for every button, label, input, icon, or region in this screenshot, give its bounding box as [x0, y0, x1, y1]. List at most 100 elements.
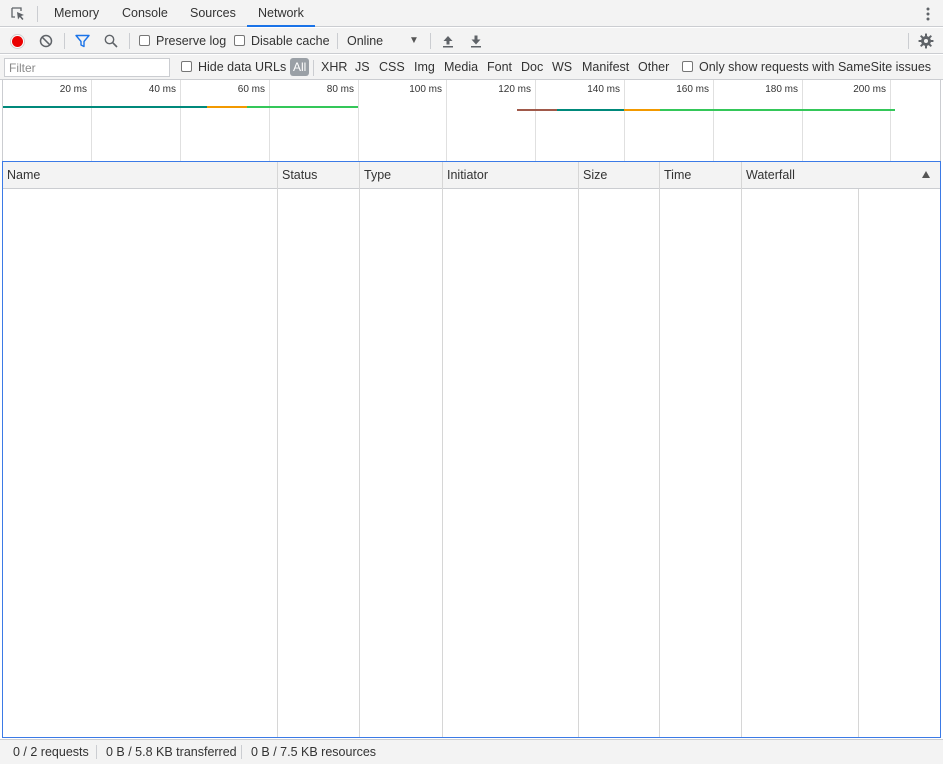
preserve-log-checkbox[interactable]: Preserve log — [139, 28, 226, 54]
overview-tick-label: 120 ms — [498, 84, 531, 95]
checkbox-box[interactable] — [139, 35, 150, 46]
status-bar: 0 / 2 requests 0 B / 5.8 KB transferred … — [0, 739, 943, 764]
overview-request-bar — [660, 109, 895, 111]
overview-request-bar — [207, 106, 247, 108]
request-count: 0 / 2 requests — [13, 745, 89, 759]
column-divider[interactable] — [359, 162, 360, 737]
overview-tick-label: 60 ms — [237, 84, 265, 95]
toolbar-divider — [908, 33, 909, 49]
checkbox-box[interactable] — [234, 35, 245, 46]
throttling-select[interactable]: Online ▼ — [347, 28, 421, 54]
type-filter-media[interactable]: Media — [444, 55, 478, 80]
column-header-status[interactable]: Status — [278, 162, 317, 188]
overview-tick-label: 140 ms — [587, 84, 620, 95]
column-header-type[interactable]: Type — [360, 162, 391, 188]
overview-gridline — [624, 80, 625, 161]
hide-data-urls-label: Hide data URLs — [198, 60, 287, 74]
column-divider[interactable] — [659, 162, 660, 737]
throttling-value: Online — [347, 34, 384, 48]
type-filter-css[interactable]: CSS — [379, 55, 405, 80]
type-filter-js[interactable]: JS — [355, 55, 370, 80]
overview-tick-label: 180 ms — [765, 84, 798, 95]
inspect-element-icon[interactable] — [9, 5, 27, 23]
clear-icon[interactable] — [39, 34, 53, 51]
more-options-icon[interactable] — [921, 5, 935, 23]
overview-gridline — [269, 80, 270, 161]
toolbar-divider — [64, 33, 65, 49]
overview-request-bar — [517, 109, 557, 111]
column-divider[interactable] — [277, 162, 278, 737]
column-divider[interactable] — [741, 162, 742, 737]
preserve-log-label: Preserve log — [156, 34, 227, 48]
column-header-size[interactable]: Size — [579, 162, 607, 188]
column-header-time[interactable]: Time — [660, 162, 691, 188]
overview-gridline — [802, 80, 803, 161]
column-header-initiator[interactable]: Initiator — [443, 162, 488, 188]
overview-gridline — [713, 80, 714, 161]
overview-tick-label: 100 ms — [409, 84, 442, 95]
export-har-icon[interactable] — [469, 34, 483, 51]
overview-gridline — [180, 80, 181, 161]
network-toolbar: Preserve log Disable cache Online ▼ — [0, 28, 943, 54]
network-overview[interactable]: 20 ms 40 ms 60 ms 80 ms 100 ms 120 ms 14… — [2, 80, 941, 161]
toolbar-divider — [129, 33, 130, 49]
filter-bar: Hide data URLs All XHR JS CSS Img Media … — [0, 55, 943, 80]
overview-tick-label: 80 ms — [326, 84, 354, 95]
filter-divider — [313, 60, 314, 76]
disable-cache-label: Disable cache — [251, 34, 330, 48]
type-filter-manifest[interactable]: Manifest — [582, 55, 629, 80]
overview-gridline — [535, 80, 536, 161]
requests-table[interactable]: Name Status Type Initiator Size Time Wat… — [2, 161, 941, 738]
overview-tick-label: 160 ms — [676, 84, 709, 95]
resources-size: 0 B / 7.5 KB resources — [251, 745, 377, 759]
overview-tick-label: 20 ms — [59, 84, 87, 95]
devtools-tabbar: Memory Console Sources Network — [0, 0, 943, 27]
samesite-issues-checkbox[interactable]: Only show requests with SameSite issues — [682, 55, 931, 80]
status-divider — [241, 745, 242, 759]
column-header-waterfall[interactable]: Waterfall — [742, 162, 795, 188]
disable-cache-checkbox[interactable]: Disable cache — [234, 28, 330, 54]
tab-memory[interactable]: Memory — [54, 0, 99, 27]
overview-request-bar — [247, 106, 358, 108]
overview-tick-label: 200 ms — [853, 84, 886, 95]
overview-gridline — [446, 80, 447, 161]
tab-divider — [37, 6, 38, 22]
overview-gridline — [358, 80, 359, 161]
record-button[interactable] — [10, 34, 25, 52]
checkbox-box[interactable] — [181, 61, 192, 72]
tab-network[interactable]: Network — [247, 0, 315, 27]
sort-ascending-icon[interactable] — [922, 171, 930, 178]
type-filter-ws[interactable]: WS — [552, 55, 572, 80]
hide-data-urls-checkbox[interactable]: Hide data URLs — [181, 55, 286, 80]
table-header: Name Status Type Initiator Size Time Wat… — [3, 162, 940, 189]
overview-tick-label: 40 ms — [148, 84, 176, 95]
overview-gridline — [890, 80, 891, 161]
type-filter-doc[interactable]: Doc — [521, 55, 543, 80]
column-divider[interactable] — [442, 162, 443, 737]
samesite-issues-label: Only show requests with SameSite issues — [699, 60, 932, 74]
waterfall-gridline — [858, 189, 859, 737]
column-divider[interactable] — [578, 162, 579, 737]
column-header-name[interactable]: Name — [3, 162, 40, 188]
transferred-size: 0 B / 5.8 KB transferred — [106, 745, 237, 759]
filter-input[interactable] — [4, 58, 170, 77]
type-filter-other[interactable]: Other — [638, 55, 669, 80]
tab-sources[interactable]: Sources — [190, 0, 236, 27]
filter-icon[interactable] — [75, 34, 90, 51]
type-filter-all[interactable]: All — [290, 58, 310, 76]
overview-request-bar — [3, 106, 207, 108]
type-filter-xhr[interactable]: XHR — [321, 55, 347, 80]
overview-request-bar — [624, 109, 660, 111]
tab-console[interactable]: Console — [122, 0, 168, 27]
type-filter-font[interactable]: Font — [487, 55, 512, 80]
overview-request-bar — [557, 109, 624, 111]
toolbar-divider — [430, 33, 431, 49]
checkbox-box[interactable] — [682, 61, 693, 72]
import-har-icon[interactable] — [441, 34, 455, 51]
settings-gear-icon[interactable] — [918, 33, 934, 52]
type-filter-img[interactable]: Img — [414, 55, 435, 80]
overview-gridline — [91, 80, 92, 161]
dropdown-arrow-icon: ▼ — [409, 35, 419, 46]
toolbar-divider — [337, 33, 338, 49]
search-icon[interactable] — [104, 34, 118, 51]
